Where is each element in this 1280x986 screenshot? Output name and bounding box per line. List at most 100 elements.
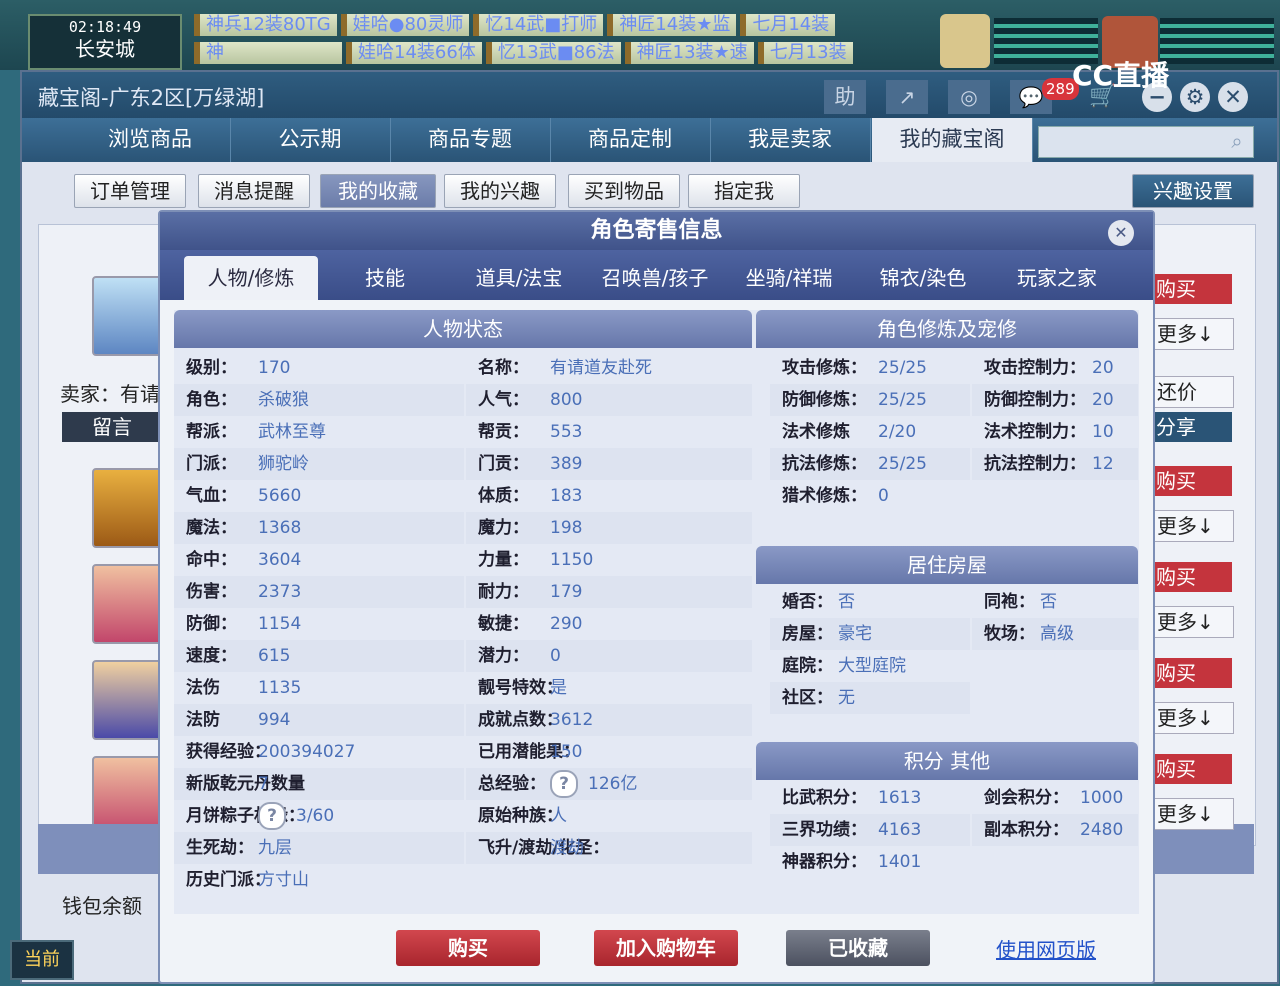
tab-mounts[interactable]: 坐骑/祥瑞 (722, 256, 856, 300)
stat-value: 九层 (258, 838, 292, 858)
stat-label: 三界功绩： (782, 820, 867, 840)
team-tag[interactable]: 七月14装 (740, 14, 836, 36)
buy-button[interactable]: 购买 (396, 930, 540, 966)
stat-value: 615 (258, 646, 291, 666)
team-tag[interactable]: 忆14武■打师 (473, 14, 604, 36)
bargain-button[interactable]: 还价 (1152, 376, 1234, 408)
tab-character[interactable]: 人物/修炼 (184, 256, 318, 300)
stat-row: 防御： 1154 (174, 608, 464, 640)
team-tag[interactable]: 神 (194, 42, 342, 64)
channel-label[interactable]: 当前 (10, 940, 74, 980)
character-avatar[interactable] (92, 564, 162, 644)
stat-label: 原始种族： (478, 806, 563, 826)
search-icon[interactable]: ⌕ (1222, 126, 1252, 156)
stat-label: 婚否： (782, 592, 833, 612)
gear-icon[interactable]: ⚙ (1180, 82, 1210, 112)
tab-outfits[interactable]: 锦衣/染色 (856, 256, 990, 300)
tab-pets[interactable]: 召唤兽/孩子 (588, 256, 722, 300)
buy-button[interactable]: 购买 (1152, 562, 1232, 592)
character-avatar[interactable] (92, 660, 162, 740)
close-icon[interactable]: ✕ (1108, 220, 1134, 246)
stat-value: 1000 (1080, 788, 1124, 808)
help-question-icon[interactable]: ? (550, 770, 578, 798)
stat-row: 命中： 3604 (174, 544, 464, 576)
tab-items[interactable]: 道具/法宝 (452, 256, 586, 300)
team-tag[interactable]: 神兵12装80TG (194, 14, 337, 36)
pet-avatar-icon[interactable] (940, 14, 990, 68)
message-button[interactable]: 留言 (62, 412, 162, 442)
buy-button[interactable]: 购买 (1152, 658, 1232, 688)
status-left-column: 级别： 170 角色： 杀破狼 帮派： 武林至尊 门派： 狮驼岭 气血： 5660 魔法： 1368 命… (174, 352, 464, 896)
stat-value: 1150 (550, 550, 594, 570)
stat-label: 速度： (186, 646, 237, 666)
subtab-assigned[interactable]: 指定我 (688, 174, 800, 208)
more-button[interactable]: 更多↓ (1152, 510, 1234, 542)
nav-seller[interactable]: 我是卖家 (710, 118, 871, 162)
help-button[interactable]: 助 (824, 80, 866, 114)
seller-label: 卖家：有请 (60, 382, 160, 406)
team-tag[interactable]: 娃哈●80灵师 (340, 14, 470, 36)
team-tags-row2: 神 娃哈14装66体 忆13武■86法 神匠13装★速 七月13装 (194, 42, 934, 66)
nav-public[interactable]: 公示期 (230, 118, 391, 162)
team-tag[interactable]: 神匠14装★监 (607, 14, 737, 36)
more-button[interactable]: 更多↓ (1152, 606, 1234, 638)
stat-row: 生死劫： 九层 (174, 832, 464, 864)
stat-row: 成就点数：3612 (466, 704, 752, 736)
favorited-button[interactable]: 已收藏 (786, 930, 930, 966)
section-header-cultivation: 角色修炼及宠修 (756, 310, 1138, 348)
nav-custom[interactable]: 商品定制 (550, 118, 711, 162)
more-button[interactable]: 更多↓ (1152, 702, 1234, 734)
wallet-label: 钱包余额 (62, 894, 142, 918)
nav-my-pavilion[interactable]: 我的藏宝阁 (872, 118, 1033, 162)
stat-value: 126亿 (588, 774, 638, 794)
character-avatar[interactable] (92, 276, 162, 356)
stat-row: 帮派： 武林至尊 (174, 416, 464, 448)
share-button[interactable]: 分享 (1152, 412, 1232, 442)
stat-label: 月饼粽子机缘： (186, 806, 305, 826)
team-tags-row1: 神兵12装80TG 娃哈●80灵师 忆14武■打师 神匠14装★监 七月14装 (194, 14, 934, 38)
nav-browse[interactable]: 浏览商品 (70, 118, 231, 162)
team-tag[interactable]: 忆13武■86法 (485, 42, 621, 64)
stat-label: 庭院： (782, 656, 833, 676)
nav-topics[interactable]: 商品专题 (390, 118, 551, 162)
window-title: 藏宝阁-广东2区[万绿湖] (38, 86, 265, 110)
share-arrow-icon[interactable]: ↗ (886, 80, 928, 114)
buy-button[interactable]: 购买 (1152, 466, 1232, 496)
stat-value: 1154 (258, 614, 302, 634)
stat-label: 防御： (186, 614, 237, 634)
stat-label: 已用潜能果： (478, 742, 580, 762)
stat-label: 成就点数： (478, 710, 563, 730)
stat-row: 角色： 杀破狼 (174, 384, 464, 416)
stat-value: 高级 (1040, 624, 1074, 644)
character-sale-modal: 角色寄售信息 ✕ 人物/修炼 技能 道具/法宝 召唤兽/孩子 坐骑/祥瑞 锦衣/… (158, 210, 1155, 984)
more-button[interactable]: 更多↓ (1152, 798, 1234, 830)
web-version-link[interactable]: 使用网页版 (996, 934, 1096, 963)
tab-skills[interactable]: 技能 (320, 256, 450, 300)
stat-row: 剑会积分： 1000 (972, 782, 1138, 814)
stat-value: 3604 (258, 550, 302, 570)
close-icon[interactable]: ✕ (1218, 82, 1248, 112)
more-button[interactable]: 更多↓ (1152, 318, 1234, 350)
subtab-bought[interactable]: 买到物品 (568, 174, 680, 208)
stat-label: 抗法控制力： (984, 454, 1086, 474)
subtab-orders[interactable]: 订单管理 (74, 174, 186, 208)
subtab-interests[interactable]: 我的兴趣 (444, 174, 556, 208)
character-avatar[interactable] (92, 468, 162, 548)
stat-row: 同袍：否 (972, 586, 1138, 618)
subtab-favorites[interactable]: 我的收藏 (320, 174, 436, 208)
tab-home[interactable]: 玩家之家 (990, 256, 1124, 300)
team-tag[interactable]: 神匠13装★速 (624, 42, 754, 64)
add-to-cart-button[interactable]: 加入购物车 (594, 930, 738, 966)
stat-label: 猎术修炼： (782, 486, 867, 506)
buy-button[interactable]: 购买 (1152, 274, 1232, 304)
stat-row: 魔力： 198 (466, 512, 752, 544)
team-tag[interactable]: 娃哈14装66体 (346, 42, 482, 64)
stat-row: 房屋： 豪宅 (770, 618, 970, 650)
interest-settings-button[interactable]: 兴趣设置 (1132, 174, 1254, 208)
stat-row: 飞升/渡劫/化圣：渡劫 (466, 832, 752, 864)
subtab-messages[interactable]: 消息提醒 (198, 174, 310, 208)
team-tag[interactable]: 七月13装 (757, 42, 853, 64)
settings-circle-icon[interactable]: ◎ (948, 80, 990, 114)
help-question-icon[interactable]: ? (258, 802, 286, 830)
buy-button[interactable]: 购买 (1152, 754, 1232, 784)
